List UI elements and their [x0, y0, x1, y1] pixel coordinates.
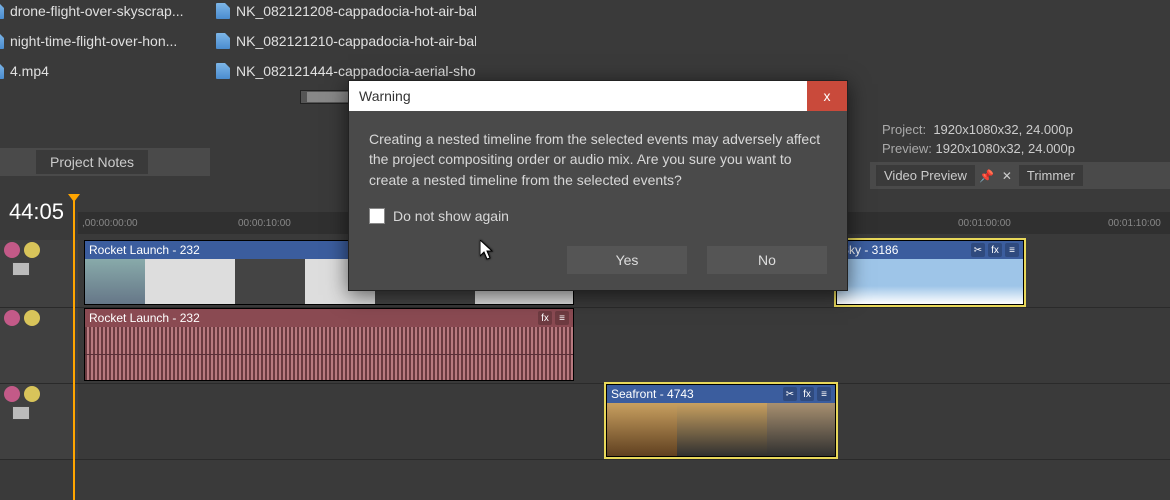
- track-head-video-1[interactable]: [0, 240, 78, 308]
- track-lane-audio-1[interactable]: Rocket Launch - 232fx≡ 132448: [78, 308, 1170, 384]
- dialog-title-text: Warning: [359, 88, 411, 104]
- dont-show-label: Do not show again: [393, 208, 509, 224]
- video-file-icon: [0, 33, 4, 49]
- tab-video-preview[interactable]: Video Preview: [876, 165, 975, 186]
- dialog-close-button[interactable]: x: [807, 81, 847, 111]
- clip-rocket-launch-audio[interactable]: Rocket Launch - 232fx≡ 132448: [84, 308, 574, 381]
- track-lane-video-2[interactable]: Seafront - 4743✂fx≡: [78, 384, 1170, 460]
- solo-toggle-icon[interactable]: [24, 310, 40, 326]
- yes-button[interactable]: Yes: [567, 246, 687, 274]
- file-item[interactable]: NK_082121210-cappadocia-hot-air-bal...: [216, 30, 476, 52]
- crop-icon[interactable]: ✂: [971, 243, 985, 257]
- record-toggle-icon[interactable]: [4, 386, 20, 402]
- pin-icon[interactable]: 📌: [979, 168, 995, 184]
- fx-icon[interactable]: fx: [988, 243, 1002, 257]
- menu-icon[interactable]: ≡: [1005, 243, 1019, 257]
- project-notes-bar: Project Notes: [0, 148, 210, 176]
- crop-icon[interactable]: ✂: [783, 387, 797, 401]
- solo-toggle-icon[interactable]: [24, 386, 40, 402]
- menu-icon[interactable]: ≡: [817, 387, 831, 401]
- clip-seafront-video[interactable]: Seafront - 4743✂fx≡: [606, 384, 836, 457]
- solo-toggle-icon[interactable]: [24, 242, 40, 258]
- no-button[interactable]: No: [707, 246, 827, 274]
- checkbox-icon[interactable]: [369, 208, 385, 224]
- dialog-dont-show-row[interactable]: Do not show again: [349, 200, 847, 234]
- preview-value: 1920x1080x32, 24.000p: [935, 141, 1075, 156]
- close-icon[interactable]: ✕: [999, 168, 1015, 184]
- file-item[interactable]: night-time-flight-over-hon...: [0, 30, 210, 52]
- project-value: 1920x1080x32, 24.000p: [933, 122, 1073, 137]
- clip-sky-video[interactable]: Sky - 3186✂fx≡: [836, 240, 1024, 305]
- playhead[interactable]: [73, 200, 75, 500]
- dialog-body-text: Creating a nested timeline from the sele…: [349, 111, 847, 200]
- file-item[interactable]: NK_082121444-cappadocia-aerial-shot...: [216, 60, 476, 82]
- track-head-video-2[interactable]: [0, 384, 78, 460]
- video-file-icon: [0, 63, 4, 79]
- project-info-panel: Project: 1920x1080x32, 24.000p Preview: …: [870, 120, 1170, 189]
- video-file-icon: [216, 3, 230, 19]
- fx-icon[interactable]: fx: [538, 311, 552, 325]
- preview-label: Preview:: [882, 141, 932, 156]
- warning-dialog: Warning x Creating a nested timeline fro…: [348, 80, 848, 291]
- tab-trimmer[interactable]: Trimmer: [1019, 165, 1083, 186]
- dialog-titlebar[interactable]: Warning x: [349, 81, 847, 111]
- file-item[interactable]: 4.mp4: [0, 60, 210, 82]
- record-toggle-icon[interactable]: [4, 310, 20, 326]
- right-tab-bar: Video Preview 📌 ✕ Trimmer: [870, 162, 1170, 189]
- mouse-cursor-icon: [480, 240, 496, 263]
- video-file-icon: [0, 3, 4, 19]
- record-toggle-icon[interactable]: [4, 242, 20, 258]
- track-head-audio-1[interactable]: [0, 308, 78, 384]
- waveform: 132448: [85, 327, 573, 380]
- track-thumb-icon: [12, 406, 30, 420]
- video-file-icon: [216, 63, 230, 79]
- video-file-icon: [216, 33, 230, 49]
- fx-icon[interactable]: fx: [800, 387, 814, 401]
- file-item[interactable]: drone-flight-over-skyscrap...: [0, 0, 210, 22]
- tab-project-notes[interactable]: Project Notes: [36, 150, 148, 174]
- menu-icon[interactable]: ≡: [555, 311, 569, 325]
- file-item[interactable]: NK_082121208-cappadocia-hot-air-bal...: [216, 0, 476, 22]
- project-label: Project:: [882, 122, 926, 137]
- track-thumb-icon: [12, 262, 30, 276]
